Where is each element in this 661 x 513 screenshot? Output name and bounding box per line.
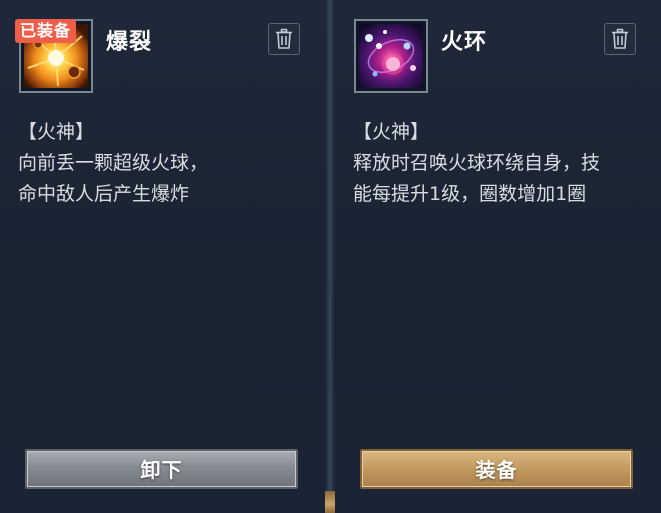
fire-ring-skill-icon: [359, 24, 423, 88]
skill-name: 火环: [441, 30, 488, 55]
description-line: 向前丢一颗超级火球，: [18, 152, 209, 174]
trash-icon: [276, 28, 292, 49]
delete-button[interactable]: [268, 23, 300, 55]
description-line: 命中敌人后产生爆炸: [18, 183, 190, 205]
panel-divider: [325, 0, 335, 513]
skill-icon-frame[interactable]: [354, 19, 428, 93]
skill-description: 【火神】 向前丢一颗超级火球， 命中敌人后产生爆炸: [18, 117, 308, 210]
description-line: 能每提升1级，圈数增加1圈: [353, 183, 587, 205]
delete-button[interactable]: [604, 23, 636, 55]
description-line: 释放时召唤火球环绕自身，技: [353, 152, 601, 174]
unequip-button[interactable]: 卸下: [25, 449, 298, 489]
divider-ornament: [325, 491, 335, 513]
skill-card-fire-ring: 火环 【火神】 释放时召唤火球环绕自身，技 能每提升1级，圈数增加1圈 装备: [335, 0, 661, 513]
trash-icon: [612, 28, 628, 49]
skill-card-burst: 已装备 爆裂 【火神】 向前丢一颗超级火球， 命中敌人后产生爆炸 卸下: [0, 0, 325, 513]
skill-element: 【火神】: [18, 121, 95, 143]
equip-button[interactable]: 装备: [360, 449, 633, 489]
skill-name: 爆裂: [106, 30, 153, 55]
skill-description: 【火神】 释放时召唤火球环绕自身，技 能每提升1级，圈数增加1圈: [353, 117, 643, 210]
skill-element: 【火神】: [353, 121, 430, 143]
equipped-badge: 已装备: [15, 19, 77, 43]
